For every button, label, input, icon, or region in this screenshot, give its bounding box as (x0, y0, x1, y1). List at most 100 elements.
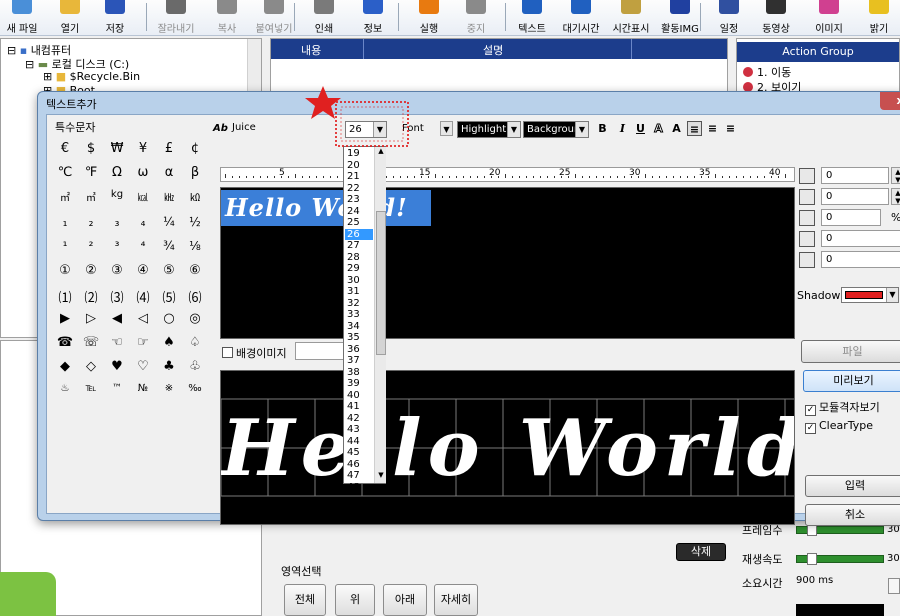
special-char[interactable]: ³ (105, 239, 129, 253)
special-char[interactable]: ② (79, 263, 103, 278)
special-char[interactable]: ㎥ (79, 189, 103, 204)
text-color-button[interactable]: A (669, 121, 684, 136)
size-option[interactable]: 34 (345, 321, 373, 333)
special-char[interactable]: ⑵ (79, 287, 103, 306)
special-char[interactable]: ℃ (53, 165, 77, 180)
frame-count-slider[interactable] (796, 524, 884, 536)
special-char[interactable]: ² (79, 239, 103, 253)
slider-knob[interactable] (807, 553, 817, 565)
special-char[interactable]: № (131, 383, 155, 394)
value-input[interactable]: 0 (821, 251, 900, 268)
size-option[interactable]: 28 (345, 252, 373, 264)
open-folder-button[interactable]: 열기 (52, 0, 88, 36)
size-option[interactable]: 46 (345, 459, 373, 471)
special-char[interactable]: ♨ (53, 383, 77, 394)
special-char[interactable]: ½ (183, 215, 207, 229)
ok-button[interactable]: 입력 (805, 475, 900, 497)
size-option[interactable]: 41 (345, 401, 373, 413)
size-option[interactable]: 36 (345, 344, 373, 356)
grid-view-checkbox[interactable]: ✓ 모듈격자보기 (805, 399, 880, 416)
size-option[interactable]: 40 (345, 390, 373, 402)
size-option[interactable]: 43 (345, 424, 373, 436)
special-char[interactable]: ₃ (105, 215, 129, 229)
special-char[interactable]: ¥ (131, 141, 155, 156)
special-char[interactable]: ☜ (105, 335, 129, 350)
highlight-select[interactable]: Highlight ▼ (457, 121, 521, 138)
size-option[interactable]: 44 (345, 436, 373, 448)
special-char[interactable]: ω (131, 165, 155, 180)
color-swatch[interactable] (796, 604, 884, 616)
size-option[interactable]: 37 (345, 355, 373, 367)
special-char[interactable]: ₩ (105, 141, 129, 156)
select-all-button[interactable]: 전체 (284, 584, 326, 616)
special-char[interactable]: ㎑ (157, 189, 181, 204)
special-char[interactable]: ¾ (157, 239, 181, 253)
size-option[interactable]: 35 (345, 332, 373, 344)
value-input[interactable]: 0 (821, 167, 889, 184)
special-char[interactable]: ₂ (79, 215, 103, 229)
size-option[interactable]: 21 (345, 171, 373, 183)
special-char[interactable]: ◀ (105, 311, 129, 326)
delete-button[interactable]: 삭제 (676, 543, 726, 561)
activity-img-button[interactable]: 활동IMG (656, 0, 704, 36)
special-char[interactable]: ¼ (157, 215, 181, 229)
align-left-button[interactable]: ≡ (687, 121, 702, 136)
copy-button[interactable]: 복사 (210, 0, 244, 36)
select-up-button[interactable]: 위 (335, 584, 375, 616)
special-char[interactable]: ♠ (157, 335, 181, 350)
special-char[interactable]: ₄ (131, 215, 155, 229)
size-option[interactable]: 23 (345, 194, 373, 206)
special-char[interactable]: ※ (157, 383, 181, 394)
size-option[interactable]: 39 (345, 378, 373, 390)
special-char[interactable]: ▶ (53, 311, 77, 326)
new-file-button[interactable]: 새 파일 (3, 0, 41, 36)
align-center-button[interactable]: ≡ (705, 121, 720, 136)
size-option[interactable]: 30 (345, 275, 373, 287)
special-char[interactable]: ⑷ (131, 287, 155, 306)
dropdown-scrollbar[interactable]: ▲ ▼ (374, 147, 386, 483)
special-char[interactable]: $ (79, 141, 103, 156)
scroll-down-icon[interactable]: ▼ (376, 471, 386, 481)
brightness-button[interactable]: 밝기 (862, 0, 896, 36)
size-option[interactable]: 24 (345, 206, 373, 218)
cancel-button[interactable]: 취소 (805, 504, 900, 526)
special-char[interactable]: ⑹ (183, 287, 207, 306)
wait-time-button[interactable]: 대기시간 (556, 0, 606, 36)
shadow-color-select[interactable]: ▼ (841, 287, 899, 303)
special-char[interactable]: ㎉ (131, 189, 155, 204)
image-button[interactable]: 이미지 (806, 0, 852, 36)
size-option[interactable]: 48 (345, 482, 373, 494)
detail-button[interactable]: 자세히 (434, 584, 478, 616)
value-input[interactable]: 0 (821, 209, 881, 226)
special-char[interactable]: ℡ (79, 383, 103, 394)
play-speed-slider[interactable] (796, 553, 884, 565)
text-button[interactable]: 텍스트 (512, 0, 552, 36)
size-option[interactable]: 45 (345, 447, 373, 459)
special-char[interactable]: ℉ (79, 165, 103, 180)
stop-button[interactable]: 중지 (458, 0, 494, 36)
outline-button[interactable]: A (651, 121, 666, 136)
preview-button[interactable]: 미리보기 (803, 370, 900, 392)
special-char[interactable]: € (53, 141, 77, 156)
video-button[interactable]: 동영상 (754, 0, 798, 36)
special-char[interactable]: ⑤ (157, 263, 181, 278)
action-group-item[interactable]: 1. 이동 (743, 64, 791, 80)
special-char[interactable]: ① (53, 263, 77, 278)
size-option[interactable]: 29 (345, 263, 373, 275)
schedule-button[interactable]: 일정 (712, 0, 746, 36)
special-char[interactable]: ☎ (53, 335, 77, 350)
file-button[interactable]: 파일 (801, 340, 900, 363)
special-char[interactable]: ⑴ (53, 287, 77, 306)
special-char[interactable]: ♡ (131, 359, 155, 374)
underline-button[interactable]: U (633, 121, 648, 136)
size-option[interactable]: 32 (345, 298, 373, 310)
special-char[interactable]: ㎡ (53, 189, 77, 204)
special-char[interactable]: ○ (157, 311, 181, 326)
italic-button[interactable]: I (615, 121, 630, 136)
special-char[interactable]: ₁ (53, 215, 77, 229)
special-char[interactable]: ⁴ (131, 239, 155, 253)
size-option[interactable]: 33 (345, 309, 373, 321)
special-char[interactable]: ▷ (79, 311, 103, 326)
expand-icon[interactable]: ⊟ (7, 44, 16, 57)
duration-spin[interactable] (888, 578, 900, 594)
